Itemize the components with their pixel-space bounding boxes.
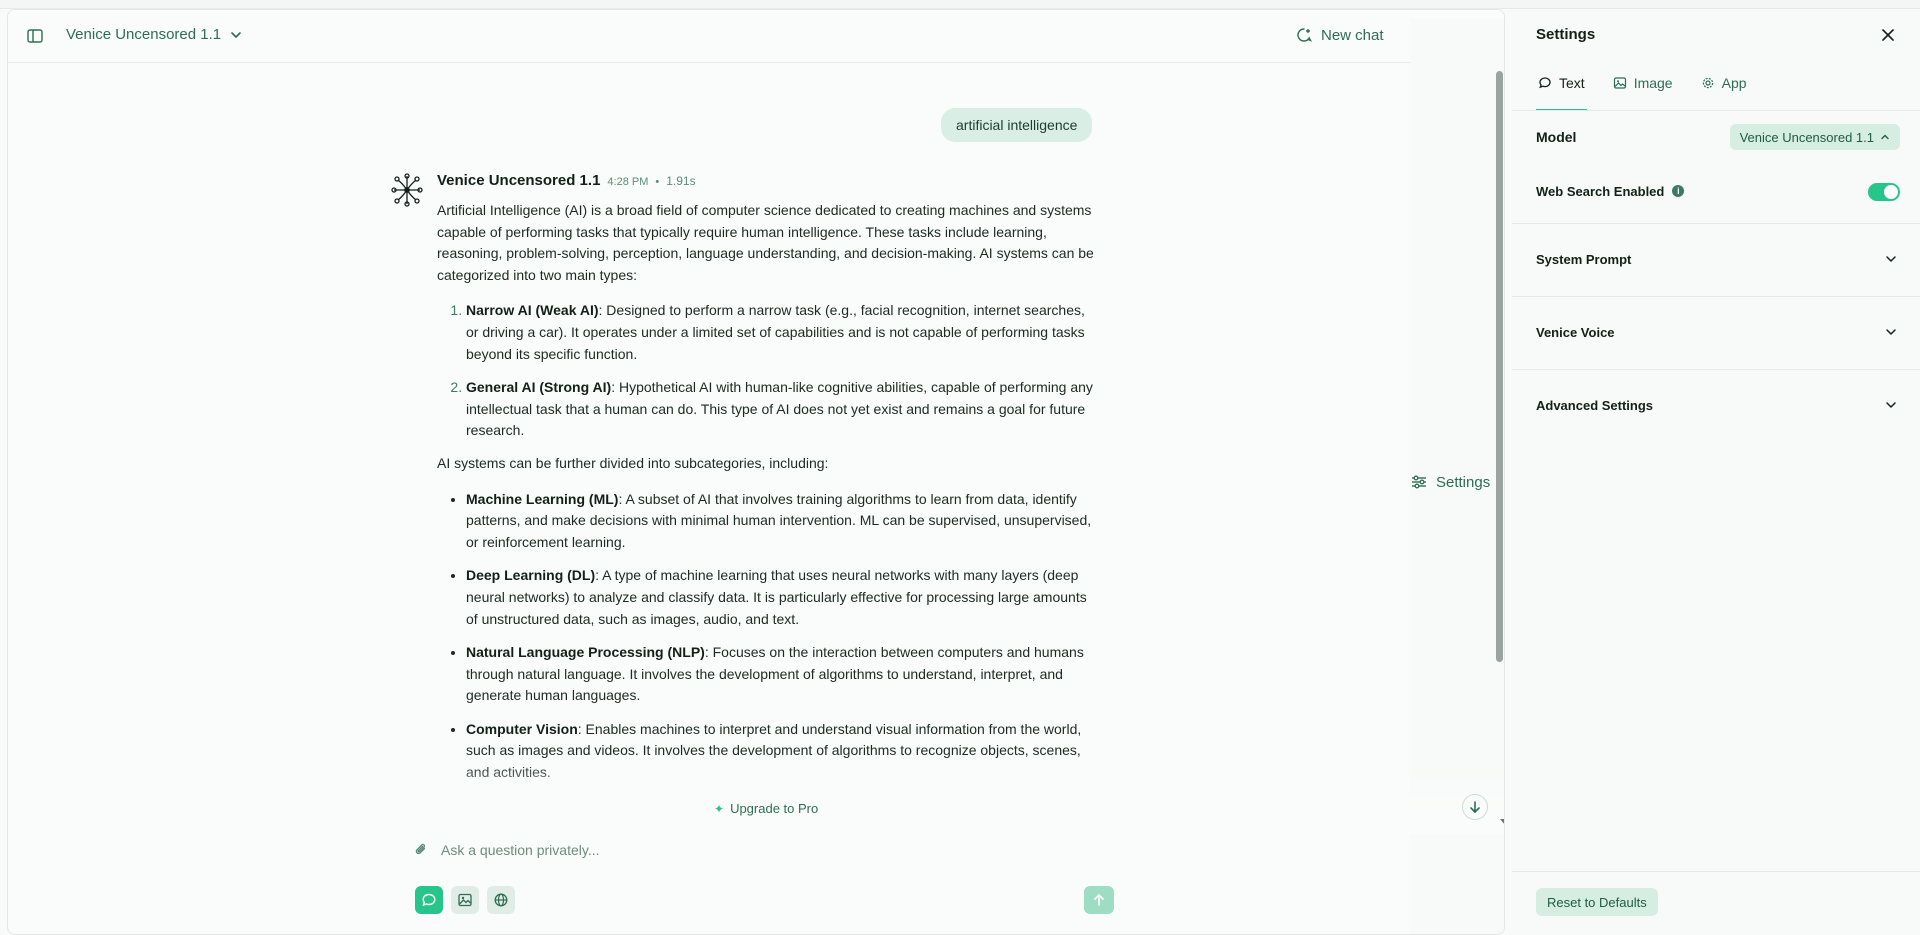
user-message-bubble: artificial intelligence (941, 108, 1093, 142)
chat-scroll-area[interactable]: artificial intelligence Venice Uncensore… (8, 63, 1504, 934)
new-chat-icon (1297, 28, 1313, 42)
list-item-term: Narrow AI (Weak AI) (466, 302, 599, 319)
chevron-up-icon (1881, 134, 1889, 140)
settings-tabs: Text Image App (1536, 66, 1773, 111)
composer-input-row (413, 838, 1109, 862)
arrow-up-icon (1094, 894, 1104, 906)
ai-model-name: Venice Uncensored 1.1 (437, 172, 601, 189)
model-setting-row: Model Venice Uncensored 1.1 (1536, 122, 1900, 152)
chat-bubble-icon (422, 893, 436, 907)
section-divider (1512, 296, 1920, 297)
image-icon (1613, 77, 1626, 89)
paperclip-icon[interactable] (413, 842, 429, 858)
image-mode-button[interactable] (451, 886, 479, 914)
ai-types-list: Narrow AI (Weak AI): Designed to perform… (466, 300, 1097, 442)
chevron-down-icon (231, 31, 241, 38)
list-item: General AI (Strong AI): Hypothetical AI … (466, 377, 1097, 442)
chat-panel: Venice Uncensored 1.1 New chat Settings … (7, 9, 1505, 935)
list-item: Narrow AI (Weak AI): Designed to perform… (466, 300, 1097, 365)
reset-label: Reset to Defaults (1547, 894, 1647, 910)
chevron-down-icon (1886, 256, 1896, 262)
list-item: Computer Vision: Enables machines to int… (466, 719, 1097, 784)
footer-divider (1512, 871, 1920, 872)
tab-app-label: App (1721, 75, 1747, 91)
tabs-divider (1512, 110, 1920, 111)
gear-icon (1702, 77, 1713, 89)
list-item-term: Deep Learning (DL) (466, 567, 596, 584)
tab-text-label: Text (1559, 75, 1585, 91)
user-message-text: artificial intelligence (956, 117, 1078, 133)
model-label: Model (1536, 129, 1577, 145)
ai-message-meta: Venice Uncensored 1.1 4:28 PM • 1.91s (437, 172, 1097, 196)
arrow-down-icon (1470, 801, 1480, 813)
model-select[interactable]: Venice Uncensored 1.1 (1729, 124, 1900, 150)
list-item: Machine Learning (ML): A subset of AI th… (466, 489, 1097, 554)
scroll-to-bottom-button[interactable] (1462, 794, 1488, 820)
advanced-settings-accordion[interactable]: Advanced Settings (1536, 390, 1896, 420)
meta-separator: • (655, 176, 660, 188)
ai-message-content: Artificial Intelligence (AI) is a broad … (437, 200, 1097, 784)
upgrade-label: Upgrade to Pro (730, 801, 819, 816)
web-search-toggle-button[interactable] (487, 886, 515, 914)
list-item: Deep Learning (DL): A type of machine le… (466, 565, 1097, 630)
list-item-term: Machine Learning (ML) (466, 490, 619, 507)
system-prompt-accordion[interactable]: System Prompt (1536, 244, 1896, 274)
chat-bubble-icon (1539, 77, 1551, 89)
globe-icon (494, 893, 508, 907)
chat-scrollbar-thumb[interactable] (1496, 71, 1503, 662)
text-mode-button[interactable] (415, 886, 443, 914)
settings-title: Settings (1536, 26, 1596, 43)
ai-message-body: Venice Uncensored 1.1 4:28 PM • 1.91s Ar… (437, 172, 1097, 796)
list-item: Natural Language Processing (NLP): Focus… (466, 642, 1097, 707)
web-search-label: Web Search Enabled (1536, 183, 1665, 199)
system-prompt-label: System Prompt (1536, 251, 1632, 267)
tab-image[interactable]: Image (1611, 66, 1675, 100)
tab-image-label: Image (1633, 75, 1673, 91)
sidebar-toggle-icon[interactable] (26, 27, 44, 45)
reset-to-defaults-button[interactable]: Reset to Defaults (1536, 888, 1658, 916)
ai-message-time: 4:28 PM (607, 176, 649, 188)
upgrade-to-pro-link[interactable]: ✦ Upgrade to Pro (714, 801, 818, 816)
venice-voice-accordion[interactable]: Venice Voice (1536, 317, 1896, 347)
web-search-setting-row: Web Search Enabled i (1536, 176, 1900, 206)
close-icon[interactable] (1879, 26, 1897, 44)
send-button[interactable] (1084, 886, 1114, 914)
advanced-settings-label: Advanced Settings (1536, 397, 1654, 413)
list-item-term: Natural Language Processing (NLP) (466, 644, 705, 661)
venice-logo-icon (391, 173, 423, 207)
section-divider (1512, 223, 1920, 224)
window-top-strip (0, 0, 1920, 9)
sparkle-icon: ✦ (714, 801, 725, 816)
image-icon (458, 893, 472, 907)
new-chat-label: New chat (1321, 26, 1384, 44)
settings-panel: Settings Text Image App Model Venice Unc… (1512, 9, 1920, 935)
chat-header: Venice Uncensored 1.1 New chat Settings (8, 10, 1504, 934)
scrollbar-down-arrow[interactable] (1500, 819, 1504, 825)
ai-subcategories-list: Machine Learning (ML): A subset of AI th… (466, 489, 1097, 784)
ai-response-duration: 1.91s (666, 174, 696, 188)
chat-input[interactable] (441, 842, 1109, 858)
venice-voice-label: Venice Voice (1536, 324, 1615, 340)
web-search-toggle[interactable] (1868, 183, 1900, 201)
ai-subcategories-intro: AI systems can be further divided into s… (437, 454, 829, 471)
model-switcher-label: Venice Uncensored 1.1 (66, 26, 222, 43)
section-divider (1512, 369, 1920, 370)
message-composer (399, 824, 1123, 934)
list-item-term: General AI (Strong AI) (466, 379, 612, 396)
new-chat-button[interactable]: New chat (1295, 26, 1384, 44)
chevron-down-icon (1886, 329, 1896, 335)
info-icon[interactable]: i (1672, 185, 1685, 197)
model-select-value: Venice Uncensored 1.1 (1739, 129, 1874, 145)
tab-text[interactable]: Text (1536, 66, 1587, 111)
ai-intro-paragraph: Artificial Intelligence (AI) is a broad … (437, 202, 1094, 283)
list-item-term: Computer Vision (466, 720, 578, 737)
chevron-down-icon (1886, 402, 1896, 408)
model-switcher[interactable]: Venice Uncensored 1.1 (66, 26, 243, 43)
tab-app[interactable]: App (1699, 66, 1749, 100)
